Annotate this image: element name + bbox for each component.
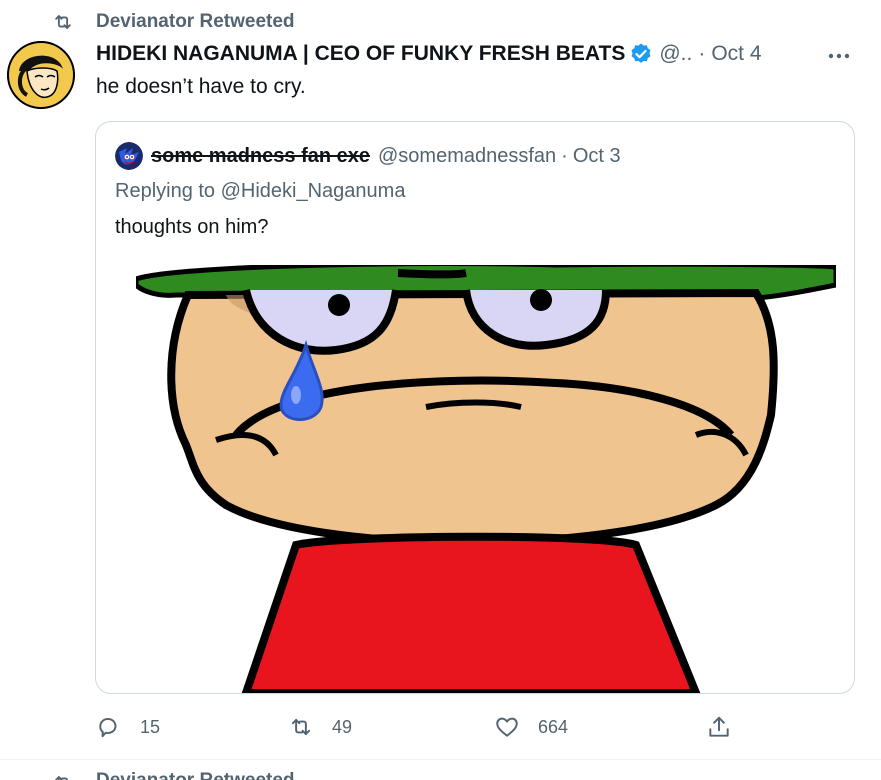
tweet[interactable]: Devianator Retweeted HIDEKI NAGANUMA | C… bbox=[0, 0, 881, 760]
quote-author-name[interactable]: some madness fan exe bbox=[151, 145, 370, 168]
tweet-actions: 15 49 664 bbox=[0, 705, 881, 749]
retweet-button[interactable]: 49 bbox=[288, 705, 352, 749]
quoted-tweet[interactable]: some madness fan exe @somemadnessfan · O… bbox=[95, 121, 855, 694]
tweet-header: HIDEKI NAGANUMA | CEO OF FUNKY FRESH BEA… bbox=[96, 42, 762, 66]
separator-dot: · bbox=[698, 42, 706, 65]
tweet-divider bbox=[0, 759, 881, 760]
tweet-text: he doesn’t have to cry. bbox=[96, 75, 306, 98]
quote-separator-dot: · bbox=[561, 144, 568, 167]
retweet-count: 49 bbox=[332, 716, 353, 737]
like-button[interactable]: 664 bbox=[494, 705, 568, 749]
avatar-image bbox=[7, 41, 75, 109]
quote-text: thoughts on him? bbox=[115, 216, 269, 238]
quote-header: some madness fan exe @somemadnessfan · O… bbox=[115, 142, 621, 170]
next-tweet-peek[interactable]: Devianator Retweeted bbox=[52, 770, 352, 780]
retweet-indicator bbox=[52, 10, 74, 34]
like-icon bbox=[496, 717, 518, 737]
reply-icon bbox=[99, 718, 117, 738]
author-handle[interactable]: @.. bbox=[659, 42, 692, 66]
retweet-icon bbox=[291, 718, 311, 736]
reply-count: 15 bbox=[140, 716, 161, 737]
author-name[interactable]: HIDEKI NAGANUMA | CEO OF FUNKY FRESH BEA… bbox=[96, 42, 625, 66]
tweet-time[interactable]: Oct 4 bbox=[711, 42, 761, 66]
quote-image[interactable] bbox=[136, 265, 836, 693]
replying-to: Replying to @Hideki_Naganuma bbox=[115, 180, 406, 202]
like-count: 664 bbox=[538, 716, 569, 737]
author-avatar[interactable] bbox=[7, 41, 75, 109]
retweeted-by-label[interactable]: Devianator Retweeted bbox=[96, 11, 295, 33]
next-retweeted-by-label: Devianator Retweeted bbox=[96, 770, 295, 780]
more-icon[interactable] bbox=[825, 44, 853, 68]
share-icon bbox=[709, 716, 729, 737]
verified-icon bbox=[631, 43, 651, 63]
quote-time[interactable]: Oct 3 bbox=[573, 145, 621, 168]
share-button[interactable] bbox=[706, 705, 732, 749]
quote-author-avatar bbox=[115, 142, 143, 170]
reply-button[interactable]: 15 bbox=[96, 705, 160, 749]
retweet-icon bbox=[55, 776, 69, 780]
quote-author-handle[interactable]: @somemadnessfan bbox=[378, 145, 556, 168]
retweet-icon bbox=[55, 15, 71, 29]
